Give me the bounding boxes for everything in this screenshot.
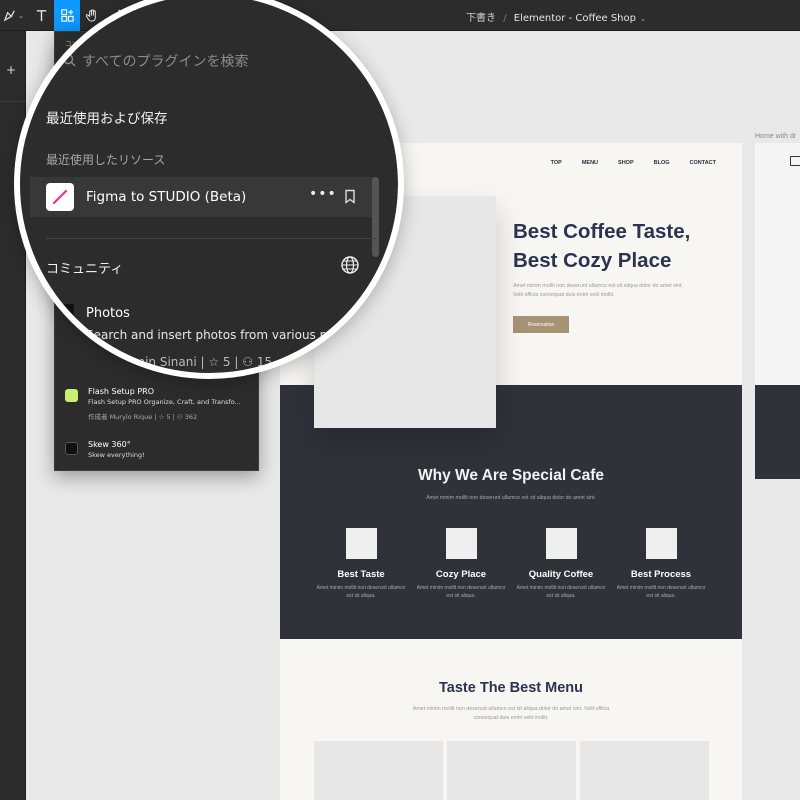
flash-icon [65, 389, 78, 402]
nav-top[interactable]: TOP [551, 160, 562, 166]
plugin-name: Flash Setup PRO [88, 387, 155, 396]
feature-desc: Amet minim mollit non deserunt ullamco e… [516, 585, 606, 599]
figma-studio-icon [46, 183, 74, 211]
scrollbar[interactable] [372, 177, 379, 257]
recent-section-title: 最近使用および保存 [46, 111, 168, 127]
nav-blog[interactable]: BLOG [654, 160, 670, 166]
feature-image-placeholder [645, 528, 677, 559]
recent-item-name[interactable]: Figma to STUDIO (Beta) [86, 189, 246, 205]
feature-title: Quality Coffee [528, 569, 594, 580]
plugin-name: Skew 360° [88, 440, 131, 449]
hero-description: Amet minim mollit non deserunt ullamco e… [513, 283, 683, 298]
feature-card: Quality Coffee Amet minim mollit non des… [516, 528, 606, 600]
reservation-button[interactable]: Reservation [513, 316, 569, 333]
feature-image-placeholder [545, 528, 577, 559]
more-options-icon[interactable]: ••• [309, 186, 337, 202]
feature-image-placeholder [445, 528, 477, 559]
hero-title-line1: Best Coffee Taste, [513, 220, 691, 243]
nav-contact[interactable]: CONTACT [690, 160, 716, 166]
breadcrumb-file[interactable]: Elementor - Coffee Shop [514, 13, 636, 24]
text-tool-button[interactable] [28, 0, 54, 31]
plugin-desc: Skew everything! [88, 451, 145, 459]
plugin-meta: 作成者 Emin Sinani | ☆ 5 | ⚇ 15 [86, 355, 273, 369]
menu-title: Taste The Best Menu [439, 680, 583, 696]
nav-shop[interactable]: SHOP [618, 160, 634, 166]
plugin-name[interactable]: Photos [86, 306, 130, 321]
nav-menu[interactable]: MENU [582, 160, 598, 166]
why-title: Why We Are Special Cafe [417, 467, 605, 484]
text-icon [36, 10, 46, 22]
breadcrumb-separator: / [503, 13, 507, 24]
hand-icon [85, 9, 96, 22]
resources-tool-button[interactable] [54, 0, 80, 31]
dark-section [755, 385, 800, 479]
divider [0, 101, 26, 102]
add-icon[interactable]: + [6, 63, 16, 77]
feature-title: Cozy Place [435, 569, 487, 580]
breadcrumb[interactable]: 下書き / Elementor - Coffee Shop ⌄ [466, 9, 646, 24]
menu-card-placeholder [314, 741, 443, 800]
why-subtitle: Amet minim mollit non deserunt ullamco e… [426, 495, 596, 501]
community-section-title: コミュニティ [46, 262, 124, 277]
menu-card-placeholder [447, 741, 576, 800]
chevron-down-icon[interactable]: ⌄ [640, 15, 646, 23]
resources-icon [60, 9, 74, 22]
hand-tool-button[interactable] [79, 0, 105, 31]
chevron-down-icon: ⌄ [18, 11, 24, 20]
pen-tool-button[interactable]: ⌄ [0, 0, 26, 31]
menu-description: Amet minim mollit non deserunt ullamco e… [412, 706, 610, 721]
bookmark-icon[interactable] [344, 189, 356, 204]
feature-desc: Amet minim mollit non deserunt ullamco e… [316, 585, 406, 599]
photos-icon [60, 304, 74, 318]
plugin-desc: Flash Setup PRO Organize, Craft, and Tra… [88, 398, 241, 406]
pen-icon [3, 10, 15, 22]
left-rail: + [0, 31, 26, 800]
hero-title: Best Coffee Taste, Best Cozy Place [513, 217, 690, 275]
breadcrumb-draft[interactable]: 下書き [466, 13, 496, 24]
search-input[interactable]: すべてのプラグインを検索 [82, 51, 248, 71]
plugin-badge-icon [64, 327, 77, 340]
menu-card-placeholder [580, 741, 709, 800]
feature-desc: Amet minim mollit non deserunt ullamco e… [616, 585, 706, 599]
recent-subsection-title: 最近使用したリソース [46, 153, 166, 167]
canvas-frame-2[interactable] [755, 143, 800, 479]
frame-label[interactable]: Home with dr [755, 133, 796, 140]
feature-image-placeholder [345, 528, 377, 559]
plugin-desc: Search and insert photos from various pr… [86, 328, 340, 342]
feature-title: Best Taste [337, 569, 385, 580]
feature-card: Cozy Place Amet minim mollit non deserun… [416, 528, 506, 600]
globe-icon[interactable] [340, 255, 360, 275]
feature-title: Best Process [630, 569, 692, 580]
skew-icon [65, 442, 78, 455]
monitor-icon [790, 156, 800, 166]
hero-title-line2: Best Cozy Place [513, 249, 672, 272]
feature-card: Best Taste Amet minim mollit non deserun… [316, 528, 406, 600]
feature-desc: Amet minim mollit non deserunt ullamco e… [416, 585, 506, 599]
plugin-meta: 作成者 Murylo Rique | ☆ 5 | ⚇ 362 [88, 413, 198, 421]
divider [46, 238, 376, 239]
site-nav: TOP MENU SHOP BLOG CONTACT [551, 160, 716, 166]
magnified-panel: すべてのプラグインを検索 最近使用および保存 最近使用したリソース Figma … [20, 0, 398, 373]
search-icon [62, 53, 76, 67]
feature-card: Best Process Amet minim mollit non deser… [616, 528, 706, 600]
